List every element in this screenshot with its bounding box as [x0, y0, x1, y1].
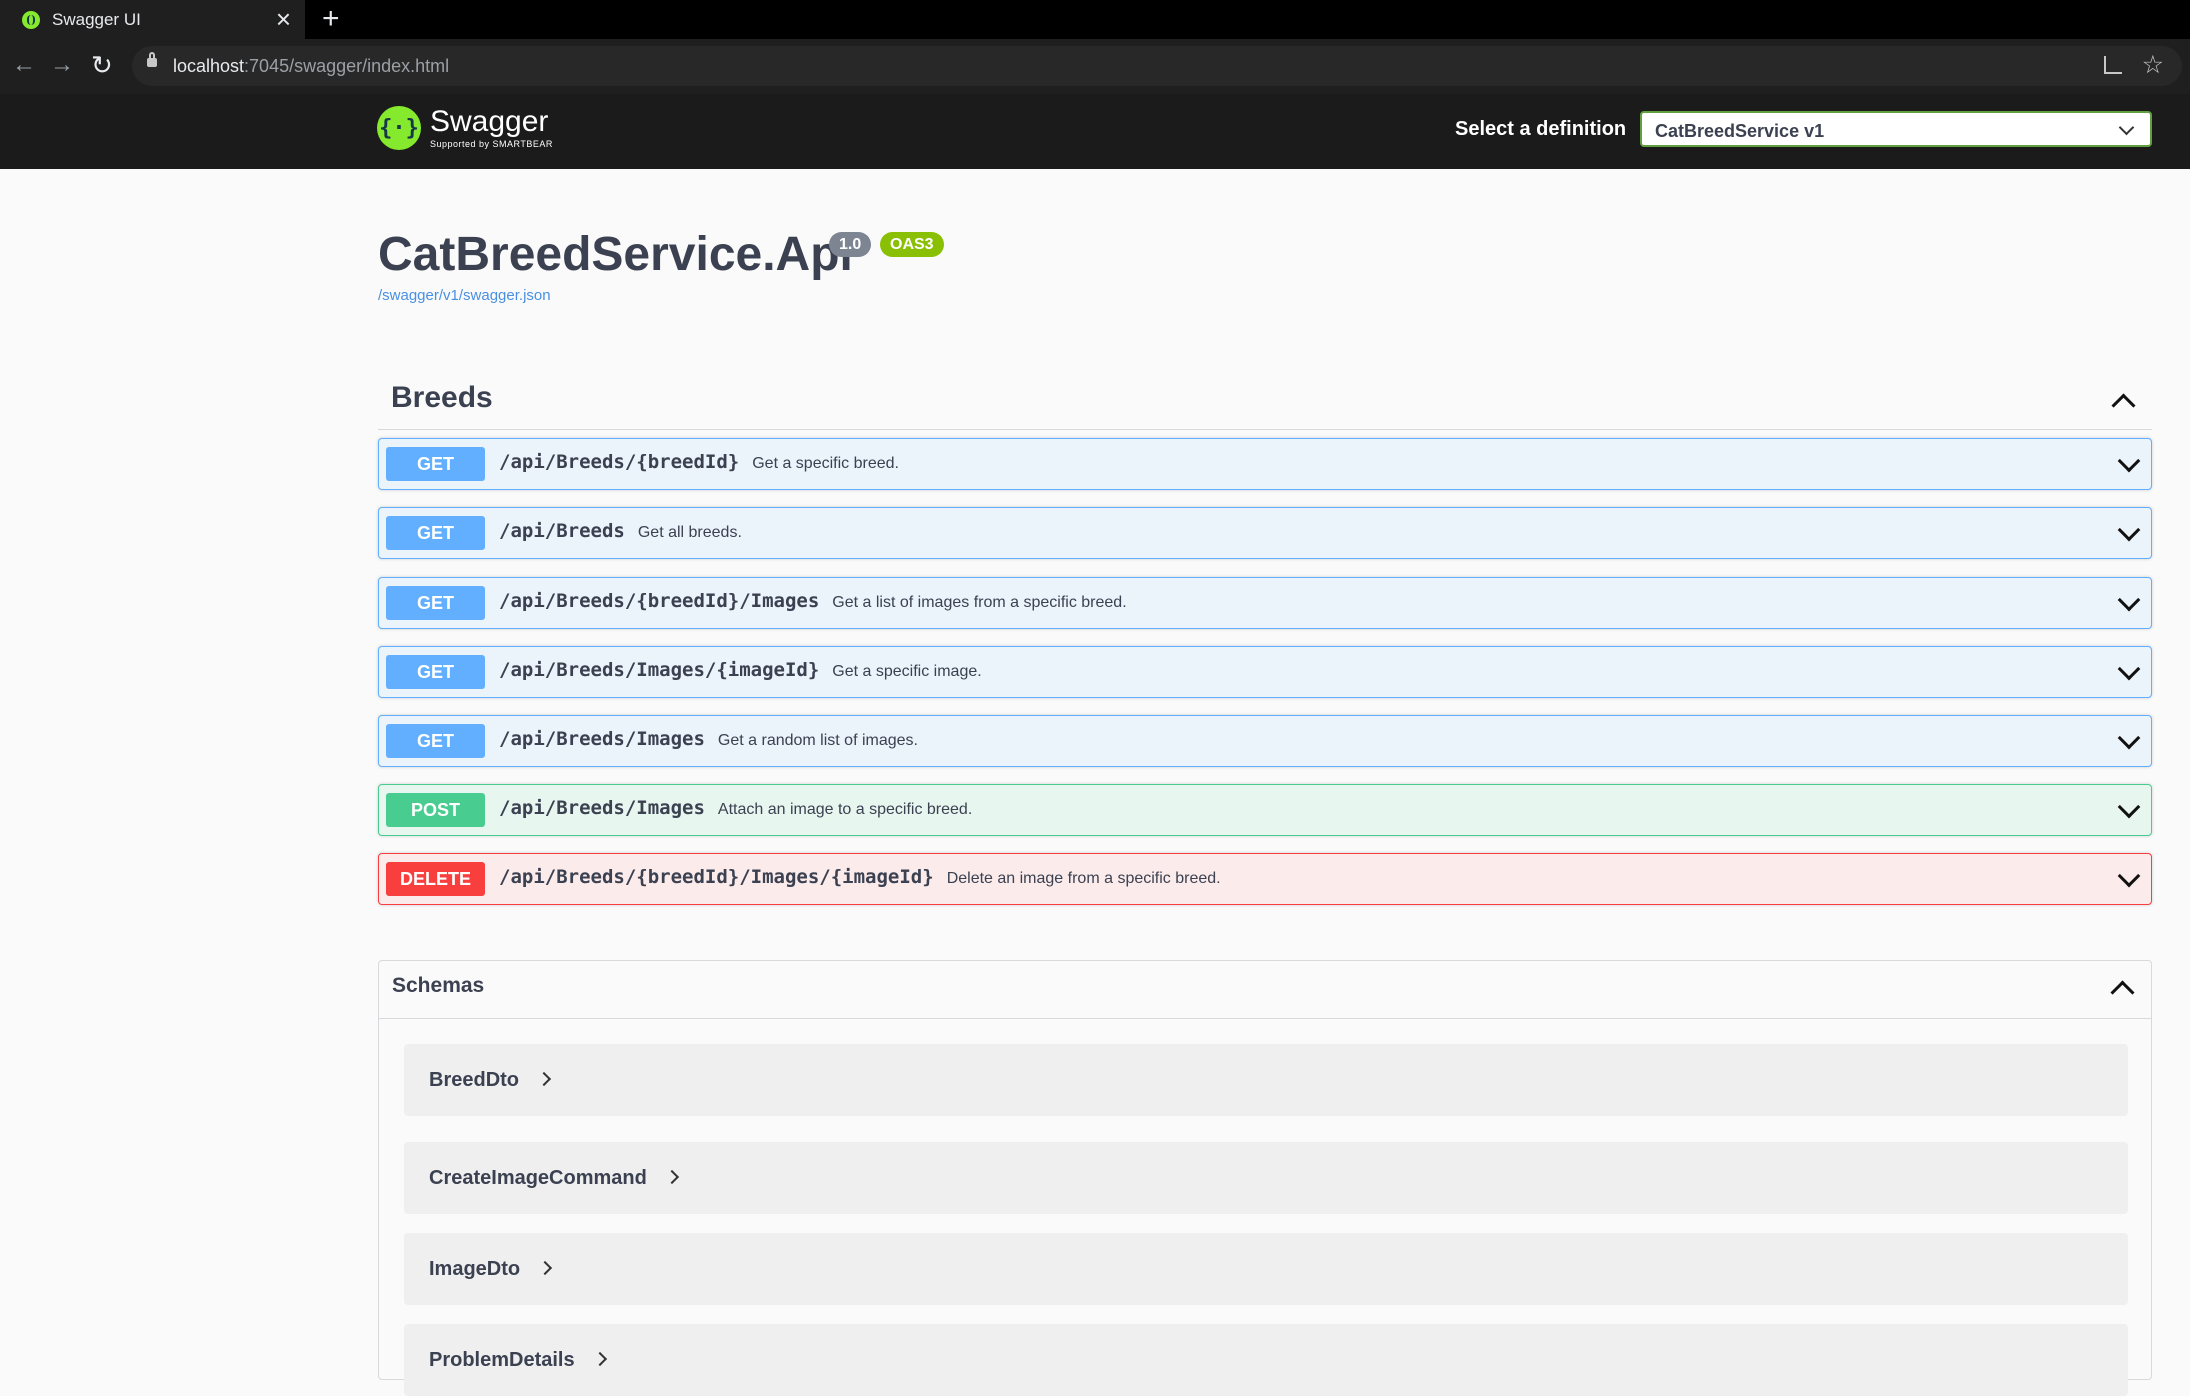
operation-post-image[interactable]: POST /api/Breeds/Images Attach an image t… — [378, 784, 2152, 836]
url-text[interactable]: localhost:7045/swagger/index.html — [173, 56, 449, 77]
definition-label: Select a definition — [1455, 118, 1627, 140]
api-title: CatBreedService.Api — [378, 228, 853, 281]
tag-header-breeds[interactable]: Breeds — [378, 372, 2152, 430]
chevron-down-icon[interactable] — [2117, 588, 2141, 612]
swagger-logo[interactable]: {·} Swagger Supported by SMARTBEAR — [377, 106, 553, 150]
schemas-section: Schemas BreedDto CreateImageCommand Imag… — [378, 960, 2152, 1396]
operation-summary: Delete an image from a specific breed. — [946, 870, 1221, 887]
back-arrow-icon[interactable]: ← — [12, 49, 36, 81]
reload-icon[interactable]: ↻ — [91, 49, 113, 81]
method-badge: GET — [386, 586, 485, 620]
new-tab-icon[interactable]: + — [322, 4, 340, 34]
browser-tab[interactable]: Swagger UI × — [0, 0, 305, 39]
chevron-down-icon[interactable] — [2117, 864, 2141, 888]
schema-model[interactable]: ImageDto — [404, 1233, 2128, 1305]
schemas-header[interactable]: Schemas — [379, 961, 2151, 1019]
operation-path: /api/Breeds/Images — [499, 728, 705, 750]
browser-toolbar: ← → ↻ localhost:7045/swagger/index.html … — [0, 39, 2190, 94]
operation-get-breed-by-id[interactable]: GET /api/Breeds/{breedId} Get a specific … — [378, 438, 2152, 490]
swagger-logo-icon: {·} — [377, 106, 421, 150]
logo-name: Swagger — [430, 105, 549, 138]
chevron-down-icon[interactable] — [2117, 795, 2141, 819]
chevron-down-icon — [2118, 119, 2135, 136]
operation-delete-image[interactable]: DELETE /api/Breeds/{breedId}/Images/{ima… — [378, 853, 2152, 905]
method-badge: POST — [386, 793, 485, 827]
operation-get-random-images[interactable]: GET /api/Breeds/Images Get a random list … — [378, 715, 2152, 767]
schema-model[interactable]: CreateImageCommand — [404, 1142, 2128, 1214]
chevron-right-icon[interactable] — [664, 1169, 679, 1185]
oas-badge: OAS3 — [880, 232, 944, 257]
method-badge: DELETE — [386, 862, 485, 896]
address-bar[interactable]: localhost:7045/swagger/index.html ☆ — [132, 46, 2182, 86]
chevron-right-icon[interactable] — [592, 1351, 607, 1367]
operation-summary: Get all breeds. — [637, 524, 742, 541]
browser-tabstrip: Swagger UI × + — [0, 0, 2190, 39]
logo-tagline: Supported by SMARTBEAR — [430, 139, 553, 149]
close-tab-icon[interactable]: × — [276, 6, 291, 32]
operation-summary: Get a list of images from a specific bre… — [832, 594, 1127, 611]
method-badge: GET — [386, 655, 485, 689]
schema-model[interactable]: BreedDto — [404, 1044, 2128, 1116]
schema-model-name: BreedDto — [429, 1069, 520, 1091]
schema-model-name: CreateImageCommand — [429, 1167, 647, 1189]
operation-summary: Get a random list of images. — [717, 732, 918, 749]
operation-get-all-breeds[interactable]: GET /api/Breeds Get all breeds. — [378, 507, 2152, 559]
schema-model-name: ProblemDetails — [429, 1349, 575, 1371]
operation-path: /api/Breeds/Images — [499, 797, 705, 819]
operation-path: /api/Breeds/{breedId} — [499, 451, 740, 473]
version-badge: 1.0 — [829, 232, 872, 257]
operation-summary: Get a specific image. — [832, 663, 982, 680]
schemas-title: Schemas — [392, 974, 485, 997]
operation-summary: Get a specific breed. — [752, 455, 899, 472]
chevron-down-icon[interactable] — [2117, 518, 2141, 542]
lock-icon[interactable] — [147, 52, 157, 67]
operation-path: /api/Breeds/{breedId}/Images — [499, 590, 820, 612]
chevron-up-icon[interactable] — [2110, 980, 2135, 1005]
operation-summary: Attach an image to a specific breed. — [717, 801, 973, 818]
chevron-right-icon[interactable] — [538, 1260, 553, 1276]
bookmark-star-icon[interactable]: ☆ — [2142, 50, 2164, 80]
tab-title: Swagger UI — [52, 9, 141, 29]
operation-path: /api/Breeds — [499, 520, 625, 542]
operation-get-breed-images[interactable]: GET /api/Breeds/{breedId}/Images Get a li… — [378, 577, 2152, 629]
chevron-down-icon[interactable] — [2117, 449, 2141, 473]
swagger-topbar: {·} Swagger Supported by SMARTBEAR Selec… — [0, 94, 2190, 169]
chevron-down-icon[interactable] — [2117, 726, 2141, 750]
definition-select-value: CatBreedService v1 — [1655, 121, 1825, 141]
schema-model-name: ImageDto — [429, 1258, 521, 1280]
operation-path: /api/Breeds/{breedId}/Images/{imageId} — [499, 866, 934, 888]
schema-model[interactable]: ProblemDetails — [404, 1324, 2128, 1396]
chevron-right-icon[interactable] — [536, 1071, 552, 1087]
method-badge: GET — [386, 447, 485, 481]
operation-get-image-by-id[interactable]: GET /api/Breeds/Images/{imageId} Get a sp… — [378, 646, 2152, 698]
chevron-down-icon[interactable] — [2117, 657, 2141, 681]
chevron-up-icon[interactable] — [2111, 393, 2136, 418]
share-icon[interactable] — [2104, 56, 2122, 74]
method-badge: GET — [386, 516, 485, 550]
operation-path: /api/Breeds/Images/{imageId} — [499, 659, 820, 681]
forward-arrow-icon[interactable]: → — [50, 49, 74, 81]
swagger-favicon-icon — [22, 10, 40, 29]
tag-name: Breeds — [391, 381, 493, 414]
method-badge: GET — [386, 724, 485, 758]
definition-select[interactable]: CatBreedService v1 — [1640, 111, 2152, 147]
spec-link[interactable]: /swagger/v1/swagger.json — [378, 287, 551, 304]
